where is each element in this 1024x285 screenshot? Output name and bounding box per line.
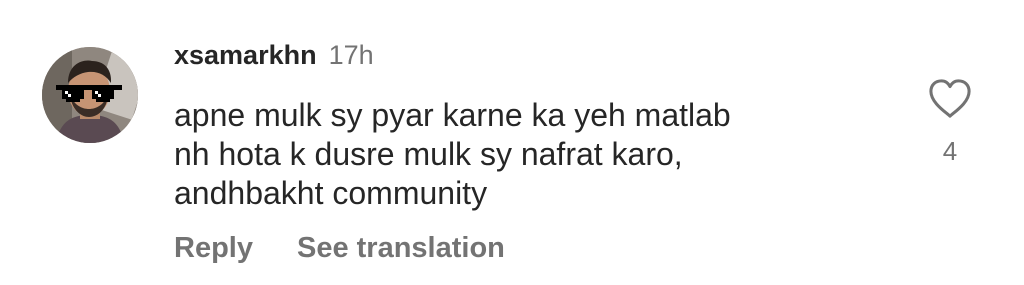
- comment-text-line: nh hota k dusre mulk sy nafrat karo,: [174, 136, 683, 172]
- comment-text-line: andhbakht community: [174, 175, 488, 211]
- comment-text-line: apne mulk sy pyar karne ka yeh matlab: [174, 97, 731, 133]
- username[interactable]: xsamarkhn: [174, 40, 317, 71]
- heart-outline-icon[interactable]: [927, 78, 973, 120]
- avatar[interactable]: [42, 47, 138, 143]
- like-count: 4: [942, 136, 958, 166]
- comment-header: xsamarkhn 17h: [174, 40, 894, 78]
- avatar-image: [42, 47, 138, 143]
- see-translation-button[interactable]: See translation: [297, 232, 505, 265]
- comment-text: apne mulk sy pyar karne ka yeh matlab nh…: [174, 96, 894, 213]
- comment-actions: Reply See translation: [174, 232, 505, 265]
- like-section: 4: [920, 78, 980, 167]
- comment-body: xsamarkhn 17h apne mulk sy pyar karne ka…: [174, 40, 894, 213]
- comment-item: xsamarkhn 17h apne mulk sy pyar karne ka…: [0, 0, 1024, 285]
- timestamp: 17h: [328, 40, 374, 70]
- reply-button[interactable]: Reply: [174, 232, 253, 265]
